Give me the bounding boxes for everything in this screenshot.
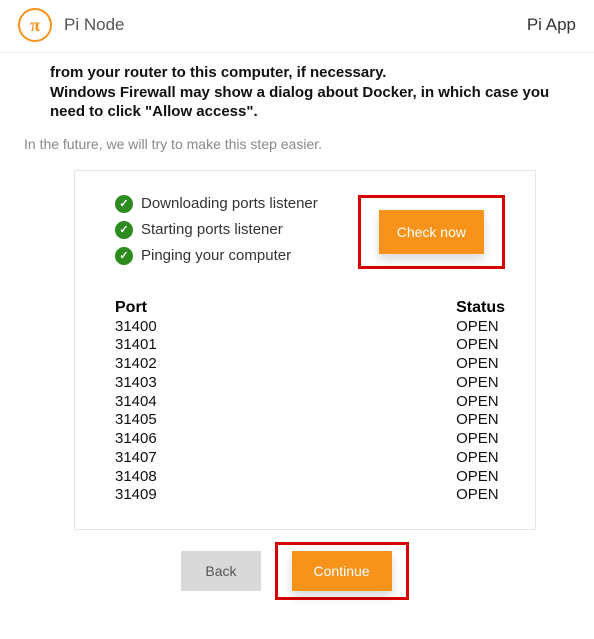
port-value: 31409 [115, 486, 157, 505]
main-scroll[interactable]: from your router to this computer, if ne… [0, 53, 594, 637]
brand-title: Pi Node [64, 15, 124, 35]
port-column: Port 31400 31401 31402 31403 31404 31405… [115, 299, 157, 506]
port-value: 31401 [115, 336, 157, 355]
instruction-line-1: from your router to this computer, if ne… [50, 64, 386, 81]
status-value: OPEN [456, 336, 505, 355]
status-column: Status OPEN OPEN OPEN OPEN OPEN OPEN OPE… [456, 299, 505, 506]
pi-logo-icon: π [18, 8, 52, 42]
check-item: Pinging your computer [115, 247, 318, 265]
check-icon [115, 247, 133, 265]
status-value: OPEN [456, 411, 505, 430]
port-value: 31400 [115, 318, 157, 337]
check-icon [115, 195, 133, 213]
status-value: OPEN [456, 374, 505, 393]
port-header: Port [115, 299, 157, 317]
status-value: OPEN [456, 318, 505, 337]
port-value: 31403 [115, 374, 157, 393]
check-label: Pinging your computer [141, 247, 291, 264]
check-icon [115, 221, 133, 239]
instruction-line-2: Windows Firewall may show a dialog about… [50, 84, 549, 121]
check-item: Downloading ports listener [115, 195, 318, 213]
status-value: OPEN [456, 486, 505, 505]
status-value: OPEN [456, 468, 505, 487]
footer-buttons: Back Continue [24, 542, 566, 600]
checks-list: Downloading ports listener Starting port… [115, 195, 318, 265]
check-label: Starting ports listener [141, 221, 283, 238]
status-card: Downloading ports listener Starting port… [74, 170, 536, 531]
check-label: Downloading ports listener [141, 195, 318, 212]
back-button[interactable]: Back [181, 551, 260, 591]
continue-button[interactable]: Continue [292, 551, 392, 591]
continue-highlight: Continue [275, 542, 409, 600]
status-value: OPEN [456, 430, 505, 449]
note-text: In the future, we will try to make this … [24, 136, 566, 152]
check-now-highlight: Check now [358, 195, 505, 269]
port-value: 31402 [115, 355, 157, 374]
brand: π Pi Node [18, 8, 124, 42]
check-item: Starting ports listener [115, 221, 318, 239]
port-value: 31406 [115, 430, 157, 449]
pi-app-link[interactable]: Pi App [527, 15, 576, 35]
port-table: Port 31400 31401 31402 31403 31404 31405… [115, 299, 505, 506]
status-header: Status [456, 299, 505, 317]
instruction-text: from your router to this computer, if ne… [24, 63, 566, 122]
check-now-button[interactable]: Check now [379, 210, 484, 254]
port-value: 31405 [115, 411, 157, 430]
port-value: 31404 [115, 393, 157, 412]
spacer [24, 600, 566, 637]
status-value: OPEN [456, 449, 505, 468]
content: from your router to this computer, if ne… [0, 53, 590, 637]
status-value: OPEN [456, 393, 505, 412]
port-value: 31408 [115, 468, 157, 487]
status-value: OPEN [456, 355, 505, 374]
top-bar: π Pi Node Pi App [0, 0, 594, 53]
port-value: 31407 [115, 449, 157, 468]
